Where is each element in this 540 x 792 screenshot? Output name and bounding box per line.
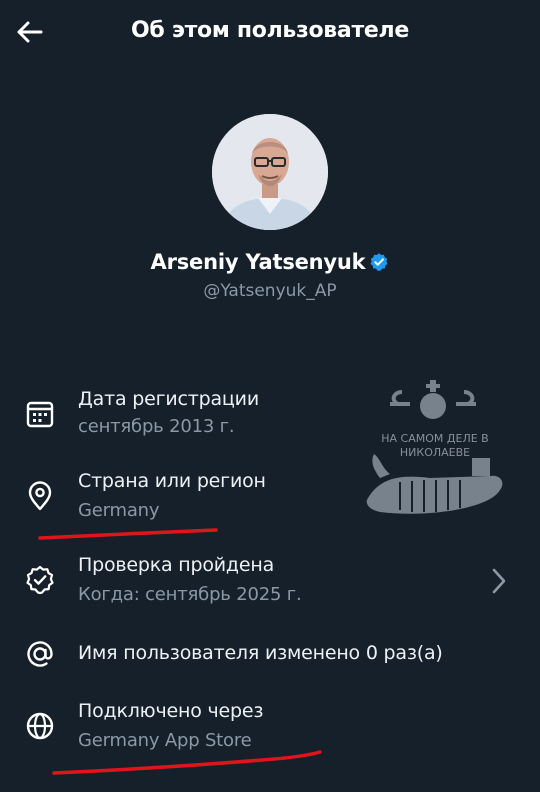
info-row-country: Страна или регион Germany [0, 468, 540, 528]
info-row-connected-via: Подключено через Germany App Store [0, 698, 540, 758]
profile-name-row: Arseniy Yatsenyuk [0, 250, 540, 274]
row-label: Страна или регион [78, 470, 266, 492]
row-value: сентябрь 2013 г. [78, 416, 235, 437]
info-row-registration-date: Дата регистрации сентябрь 2013 г. [0, 384, 540, 444]
location-pin-icon [28, 481, 52, 511]
profile-photo [212, 114, 328, 230]
profile-name: Arseniy Yatsenyuk [150, 250, 366, 274]
at-sign-icon [27, 641, 53, 667]
row-label: Дата регистрации [78, 388, 259, 410]
red-underline-country [38, 528, 218, 540]
avatar [212, 114, 328, 230]
globe-icon [26, 712, 54, 740]
verified-badge-outline-icon [26, 565, 54, 595]
row-value: Germany [78, 500, 160, 521]
info-row-username-changes: Имя пользователя изменено 0 раз(а) [0, 636, 540, 676]
row-label: Подключено через [78, 700, 264, 722]
chevron-right-icon [492, 568, 506, 594]
verified-badge-icon [370, 253, 388, 271]
profile-handle: @Yatsenyuk_AP [203, 281, 337, 301]
watermark-text-line2: НИКОЛАЕВЕ [400, 446, 470, 459]
row-value: Когда: сентябрь 2025 г. [78, 584, 302, 605]
info-row-verification[interactable]: Проверка пройдена Когда: сентябрь 2025 г… [0, 552, 540, 612]
row-value: Germany App Store [78, 730, 252, 751]
page-title: Об этом пользователе [131, 18, 409, 43]
calendar-icon [26, 401, 54, 428]
row-label: Имя пользователя изменено 0 раз(а) [78, 642, 443, 664]
app-header: Об этом пользователе [0, 0, 540, 66]
row-label: Проверка пройдена [78, 554, 275, 576]
